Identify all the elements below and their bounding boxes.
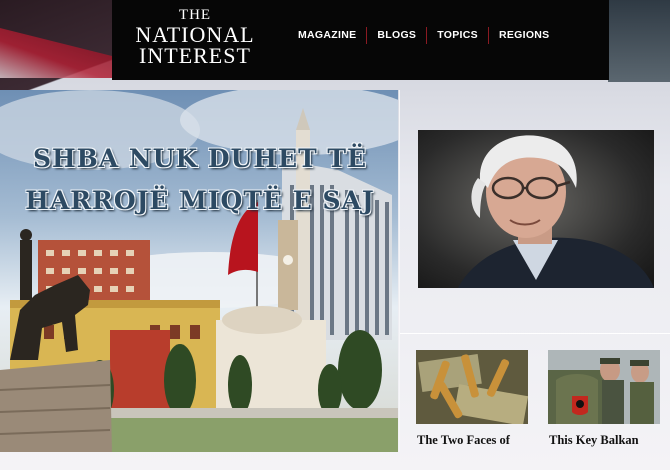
article-title[interactable]: This Key Balkan [549,433,639,448]
nav-blogs[interactable]: BLOGS [367,25,426,45]
logo-the: THE [178,7,212,23]
row-divider [400,333,670,334]
hero-article-image[interactable]: SHBA NUK DUHET TË HARROJË MIQTË E SAJ [0,90,398,452]
nav-regions[interactable]: REGIONS [489,25,560,45]
nav-magazine[interactable]: MAGAZINE [288,25,366,45]
headline-line-2: HARROJË MIQTË E SAJ [25,186,375,215]
bullets-money-icon [416,350,528,424]
site-logo[interactable]: THE NATIONAL INTEREST [132,6,258,68]
nav-topics[interactable]: TOPICS [427,25,488,45]
column-divider [399,90,400,452]
soldiers-icon [548,350,660,424]
portrait-illustration [458,135,654,288]
logo-interest: INTEREST [139,43,251,68]
site-header: THE NATIONAL INTEREST MAGAZINE BLOGS TOP… [112,0,609,80]
headline-line-1: SHBA NUK DUHET TË [32,144,368,173]
feature-article-image[interactable] [418,130,654,288]
decorative-right-strip [608,0,670,82]
article-title[interactable]: The Two Faces of [417,433,510,448]
article-thumbnail-soldiers[interactable] [548,350,660,424]
main-nav: MAGAZINE BLOGS TOPICS REGIONS [288,25,559,45]
article-thumbnail-bullets[interactable] [416,350,528,424]
hero-headline[interactable]: SHBA NUK DUHET TË HARROJË MIQTË E SAJ [14,138,386,222]
